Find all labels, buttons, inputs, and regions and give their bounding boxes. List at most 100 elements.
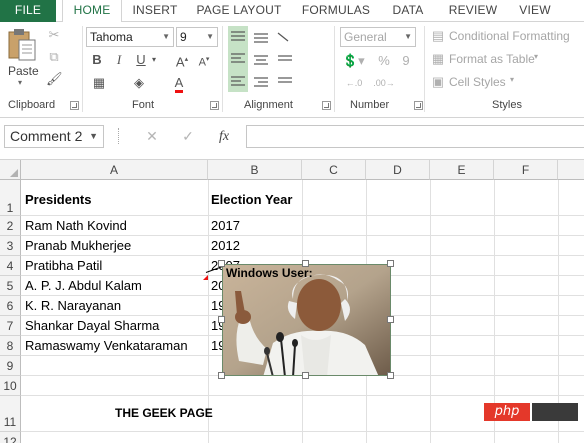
row-header-5[interactable]: 5 <box>0 276 21 296</box>
cell-a6[interactable]: K. R. Narayanan <box>25 298 121 314</box>
tab-review[interactable]: REVIEW <box>442 0 504 22</box>
formula-bar-divider <box>118 128 120 144</box>
cell-b2[interactable]: 2017 <box>211 218 240 234</box>
decrease-decimal-icon[interactable]: .00→ <box>372 74 396 92</box>
column-header-g[interactable] <box>558 160 584 180</box>
format-as-table-button[interactable]: ▦ Format as Table ▾ <box>430 50 584 68</box>
row-header-8[interactable]: 8 <box>0 336 21 356</box>
enter-icon[interactable]: ✓ <box>176 125 200 148</box>
ribbon: Paste ▾ ✂ ⧉ 🖌 Clipboard Tahoma ▼ 9 ▼ B I… <box>0 22 584 118</box>
comment-box[interactable]: Windows User: <box>222 264 391 376</box>
chevron-down-icon: ▼ <box>206 32 214 41</box>
copy-icon[interactable]: ⧉ <box>46 48 62 66</box>
cell-a4[interactable]: Pratibha Patil <box>25 258 102 274</box>
cell-a1[interactable]: Presidents <box>25 192 91 208</box>
row-header-2[interactable]: 2 <box>0 216 21 236</box>
cell-a11[interactable]: THE GEEK PAGE <box>115 405 213 421</box>
resize-handle[interactable] <box>302 372 309 379</box>
insert-function-icon[interactable]: fx <box>212 125 236 148</box>
select-all-button[interactable] <box>0 160 21 180</box>
row-header-3[interactable]: 3 <box>0 236 21 256</box>
ribbon-tab-bar: FILE HOME INSERT PAGE LAYOUT FORMULAS DA… <box>0 0 584 23</box>
resize-handle[interactable] <box>387 260 394 267</box>
decrease-font-icon[interactable]: A▾ <box>196 51 212 69</box>
resize-handle[interactable] <box>218 372 225 379</box>
percent-icon[interactable]: % <box>376 52 392 70</box>
group-divider <box>424 26 425 112</box>
tab-insert[interactable]: INSERT <box>126 0 184 22</box>
resize-handle[interactable] <box>218 260 225 267</box>
cell-a2[interactable]: Ram Nath Kovind <box>25 218 127 234</box>
cell-b1[interactable]: Election Year <box>211 192 292 208</box>
tab-formulas[interactable]: FORMULAS <box>296 0 376 22</box>
cell-b3[interactable]: 2012 <box>211 238 240 254</box>
italic-icon[interactable]: I <box>112 51 126 69</box>
row-header-4[interactable]: 4 <box>0 256 21 276</box>
chevron-down-icon: ▾ <box>534 52 539 61</box>
row-header-7[interactable]: 7 <box>0 316 21 336</box>
cut-icon[interactable]: ✂ <box>46 26 62 44</box>
column-header-c[interactable]: C <box>302 160 366 180</box>
resize-handle[interactable] <box>387 372 394 379</box>
gridline <box>208 180 209 443</box>
number-format-select[interactable]: General ▼ <box>340 27 416 47</box>
align-grid-icon[interactable] <box>252 29 296 89</box>
column-header-f[interactable]: F <box>494 160 558 180</box>
clipboard-launcher-icon[interactable] <box>70 101 79 110</box>
font-size-value: 9 <box>180 30 187 44</box>
cancel-icon[interactable]: ✕ <box>140 125 164 148</box>
underline-dropdown-icon[interactable]: ▾ <box>150 51 158 69</box>
cell-a5[interactable]: A. P. J. Abdul Kalam <box>25 278 142 294</box>
formula-input[interactable] <box>246 125 584 148</box>
column-header-a[interactable]: A <box>21 160 208 180</box>
resize-handle[interactable] <box>218 316 225 323</box>
cell-a7[interactable]: Shankar Dayal Sharma <box>25 318 159 334</box>
format-painter-icon[interactable]: 🖌 <box>46 70 63 88</box>
resize-handle[interactable] <box>302 260 309 267</box>
font-size-select[interactable]: 9 ▼ <box>176 27 218 47</box>
row-header-11[interactable]: 11 <box>0 396 21 432</box>
column-header-b[interactable]: B <box>208 160 302 180</box>
increase-decimal-icon[interactable]: ←.0 <box>342 74 366 92</box>
comma-style-icon[interactable]: 9 <box>398 52 414 70</box>
tab-data[interactable]: DATA <box>384 0 432 22</box>
tab-home[interactable]: HOME <box>62 0 122 23</box>
tab-file[interactable]: FILE <box>0 0 56 22</box>
borders-icon[interactable]: ▦ <box>90 74 108 92</box>
chevron-down-icon: ▼ <box>89 131 98 141</box>
paste-button[interactable]: Paste ▾ <box>4 28 40 88</box>
column-header-d[interactable]: D <box>366 160 430 180</box>
cell-a3[interactable]: Pranab Mukherjee <box>25 238 131 254</box>
tab-page-layout[interactable]: PAGE LAYOUT <box>192 0 286 22</box>
row-header-10[interactable]: 10 <box>0 376 21 396</box>
name-box[interactable]: Comment 2 ▼ <box>4 125 104 148</box>
conditional-formatting-button[interactable]: ▤ Conditional Formatting <box>430 27 584 45</box>
comment-indicator-icon[interactable] <box>203 275 208 280</box>
formula-bar: Comment 2 ▼ ✕ ✓ fx <box>0 118 584 160</box>
number-launcher-icon[interactable] <box>414 101 423 110</box>
gridline <box>21 215 584 216</box>
underline-icon[interactable]: U <box>134 51 148 69</box>
row-header-1[interactable]: 1 <box>0 180 21 216</box>
chevron-down-icon: ▾ <box>510 75 515 84</box>
row-header-12[interactable]: 12 <box>0 432 21 443</box>
group-divider <box>82 26 83 112</box>
font-launcher-icon[interactable] <box>210 101 219 110</box>
bold-icon[interactable]: B <box>90 51 104 69</box>
tab-view[interactable]: VIEW <box>512 0 558 22</box>
currency-icon[interactable]: 💲▾ <box>342 52 365 70</box>
format-as-table-label: Format as Table <box>449 52 535 66</box>
cell-styles-button[interactable]: ▣ Cell Styles ▾ <box>430 73 584 91</box>
row-header-9[interactable]: 9 <box>0 356 21 376</box>
row-header-6[interactable]: 6 <box>0 296 21 316</box>
column-header-e[interactable]: E <box>430 160 494 180</box>
watermark-logo: php <box>484 403 530 421</box>
resize-handle[interactable] <box>387 316 394 323</box>
cell-a8[interactable]: Ramaswamy Venkataraman <box>25 338 188 354</box>
format-as-table-icon: ▦ <box>431 51 445 66</box>
fill-color-icon[interactable]: ◈ <box>130 74 148 92</box>
increase-font-icon[interactable]: A▴ <box>174 51 190 69</box>
font-name-select[interactable]: Tahoma ▼ <box>86 27 174 47</box>
alignment-launcher-icon[interactable] <box>322 101 331 110</box>
font-color-icon[interactable]: A <box>172 74 186 93</box>
